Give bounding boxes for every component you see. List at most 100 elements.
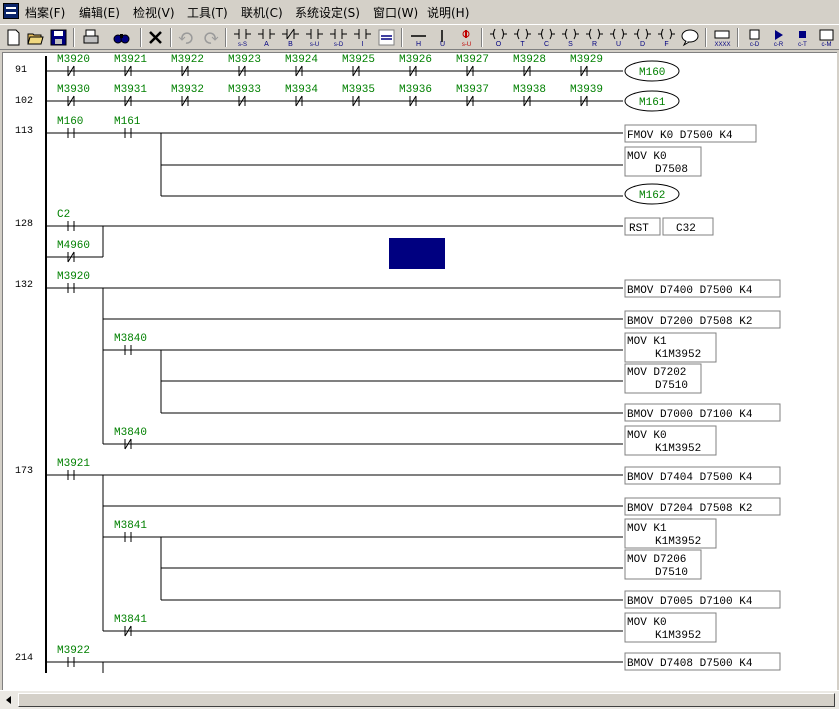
instruction-text: BMOV D7400 D7500 K4 <box>627 285 753 297</box>
line-v-icon: U <box>440 30 445 48</box>
toolbar: s-S A Bs-U s-D I H Us-U O T C S R U D F XXXX c-D c-R c-T c-… <box>0 24 839 50</box>
c-m-button[interactable]: c-M <box>816 27 837 48</box>
coil-d-button[interactable]: D <box>632 27 653 48</box>
menu-help[interactable]: 说明(H) <box>427 4 469 21</box>
contact-label: M3937 <box>456 84 489 96</box>
instruction-text: MOV K1 <box>627 523 667 535</box>
coil-c-icon: C <box>538 28 555 48</box>
contact-b-button[interactable]: B <box>280 27 301 48</box>
contact-label: M3924 <box>285 54 318 66</box>
instruction-text: RST <box>629 223 649 235</box>
coil-c-button[interactable]: C <box>536 27 557 48</box>
toolbar-label: D <box>640 41 645 48</box>
line-s-u-button[interactable]: s-U <box>456 27 477 48</box>
instruction-text: D7510 <box>655 380 688 392</box>
toolbar-separator <box>140 28 142 47</box>
scroll-thumb[interactable] <box>18 693 835 707</box>
save-button[interactable] <box>48 27 69 48</box>
delete-icon <box>149 31 162 44</box>
delete-button[interactable] <box>145 27 166 48</box>
coil-s-button[interactable]: S <box>560 27 581 48</box>
instruction-text: BMOV D7204 D7508 K2 <box>627 503 752 515</box>
menu-view[interactable]: 检视(V) <box>133 4 175 21</box>
toolbar-label: U <box>440 41 445 48</box>
toolbar-label: s-D <box>334 42 344 48</box>
undo-button[interactable] <box>176 27 197 48</box>
coil-u-icon: U <box>610 28 627 48</box>
contact-label: M3922 <box>57 645 90 657</box>
menu-window[interactable]: 窗口(W) <box>373 4 418 21</box>
contact-s-d-button[interactable]: s-D <box>328 27 349 48</box>
toolbar-separator <box>705 28 707 47</box>
toolbar-label: A <box>264 41 269 48</box>
contact-s-s-button[interactable]: s-S <box>232 27 253 48</box>
selection-cursor[interactable] <box>389 238 445 269</box>
toolbar-label: c-T <box>798 42 807 48</box>
ladder-canvas[interactable]: 91 102 113 128 132 173 214 M3920 M3921 M3922 M3923… <box>2 52 837 690</box>
contact-s-u-button[interactable]: s-U <box>304 27 325 48</box>
coil-o-button[interactable]: O <box>488 27 509 48</box>
line-h-button[interactable]: H <box>408 27 429 48</box>
instruction-text: K1M3952 <box>655 536 701 548</box>
redo-button[interactable] <box>200 27 221 48</box>
contact-i-button[interactable]: I <box>352 27 373 48</box>
contact-label: M3923 <box>228 54 261 66</box>
line-v-button[interactable]: U <box>432 27 453 48</box>
new-file-icon <box>7 29 20 46</box>
coil-d-icon: D <box>634 28 651 48</box>
c-d-button[interactable]: c-D <box>744 27 765 48</box>
coil-t-button[interactable]: T <box>512 27 533 48</box>
instruction-text: MOV K0 <box>627 430 667 442</box>
c-r-button[interactable]: c-R <box>768 27 789 48</box>
contact-label: M3929 <box>570 54 603 66</box>
open-folder-button[interactable] <box>25 27 46 48</box>
c-r-icon: c-R <box>774 30 784 48</box>
menu-online[interactable]: 联机(C) <box>241 4 283 21</box>
instruction-text: K1M3952 <box>655 349 701 361</box>
coil-o-icon: O <box>490 28 507 48</box>
contact-label: M3925 <box>342 54 375 66</box>
scroll-left-icon[interactable] <box>2 693 16 707</box>
contact-label: M3939 <box>570 84 603 96</box>
contact-i-icon: I <box>354 29 371 48</box>
ladder-diagram[interactable]: 91 102 113 128 132 173 214 M3920 M3921 M3922 M3923… <box>3 53 838 691</box>
new-file-button[interactable] <box>3 27 24 48</box>
menu-file[interactable]: 档案(F) <box>25 4 65 21</box>
contact-label: M3928 <box>513 54 546 66</box>
step-number: 214 <box>15 653 33 664</box>
step-number: 91 <box>15 65 27 76</box>
c-t-button[interactable]: c-T <box>792 27 813 48</box>
contact-label: M3931 <box>114 84 147 96</box>
horizontal-scrollbar[interactable] <box>0 690 839 709</box>
toolbar-label: I <box>362 41 364 48</box>
coil-f-button[interactable]: F <box>656 27 677 48</box>
contact-equal-button[interactable] <box>376 27 397 48</box>
coil-u-button[interactable]: U <box>608 27 629 48</box>
toolbar-separator <box>170 28 172 47</box>
toolbar-label: XXXX <box>714 42 730 48</box>
toolbar-label: s-U <box>462 42 471 48</box>
menu-settings[interactable]: 系统设定(S) <box>295 4 360 21</box>
find-icon <box>113 34 130 44</box>
menu-edit[interactable]: 编辑(E) <box>79 4 120 21</box>
instruction-text: K1M3952 <box>655 443 701 455</box>
contact-label: M3934 <box>285 84 318 96</box>
comment-button[interactable] <box>680 27 701 48</box>
step-number: 102 <box>15 96 33 107</box>
menu-tools[interactable]: 工具(T) <box>187 4 228 21</box>
instruction-text: MOV D7202 <box>627 367 686 379</box>
step-number: 132 <box>15 280 33 291</box>
contact-label: M3933 <box>228 84 261 96</box>
toolbar-label: c-M <box>822 42 832 48</box>
contact-a-button[interactable]: A <box>256 27 277 48</box>
coil-r-button[interactable]: R <box>584 27 605 48</box>
find-button[interactable] <box>111 27 132 48</box>
contact-label: M3840 <box>114 333 147 345</box>
contact-label: M3840 <box>114 427 147 439</box>
print-button[interactable] <box>80 27 101 48</box>
instruction-text: C32 <box>676 223 696 235</box>
xxxx-button[interactable]: XXXX <box>712 27 733 48</box>
contact-s-s-icon: s-S <box>234 29 251 48</box>
contact-label: M3927 <box>456 54 489 66</box>
app-icon[interactable] <box>3 3 19 19</box>
